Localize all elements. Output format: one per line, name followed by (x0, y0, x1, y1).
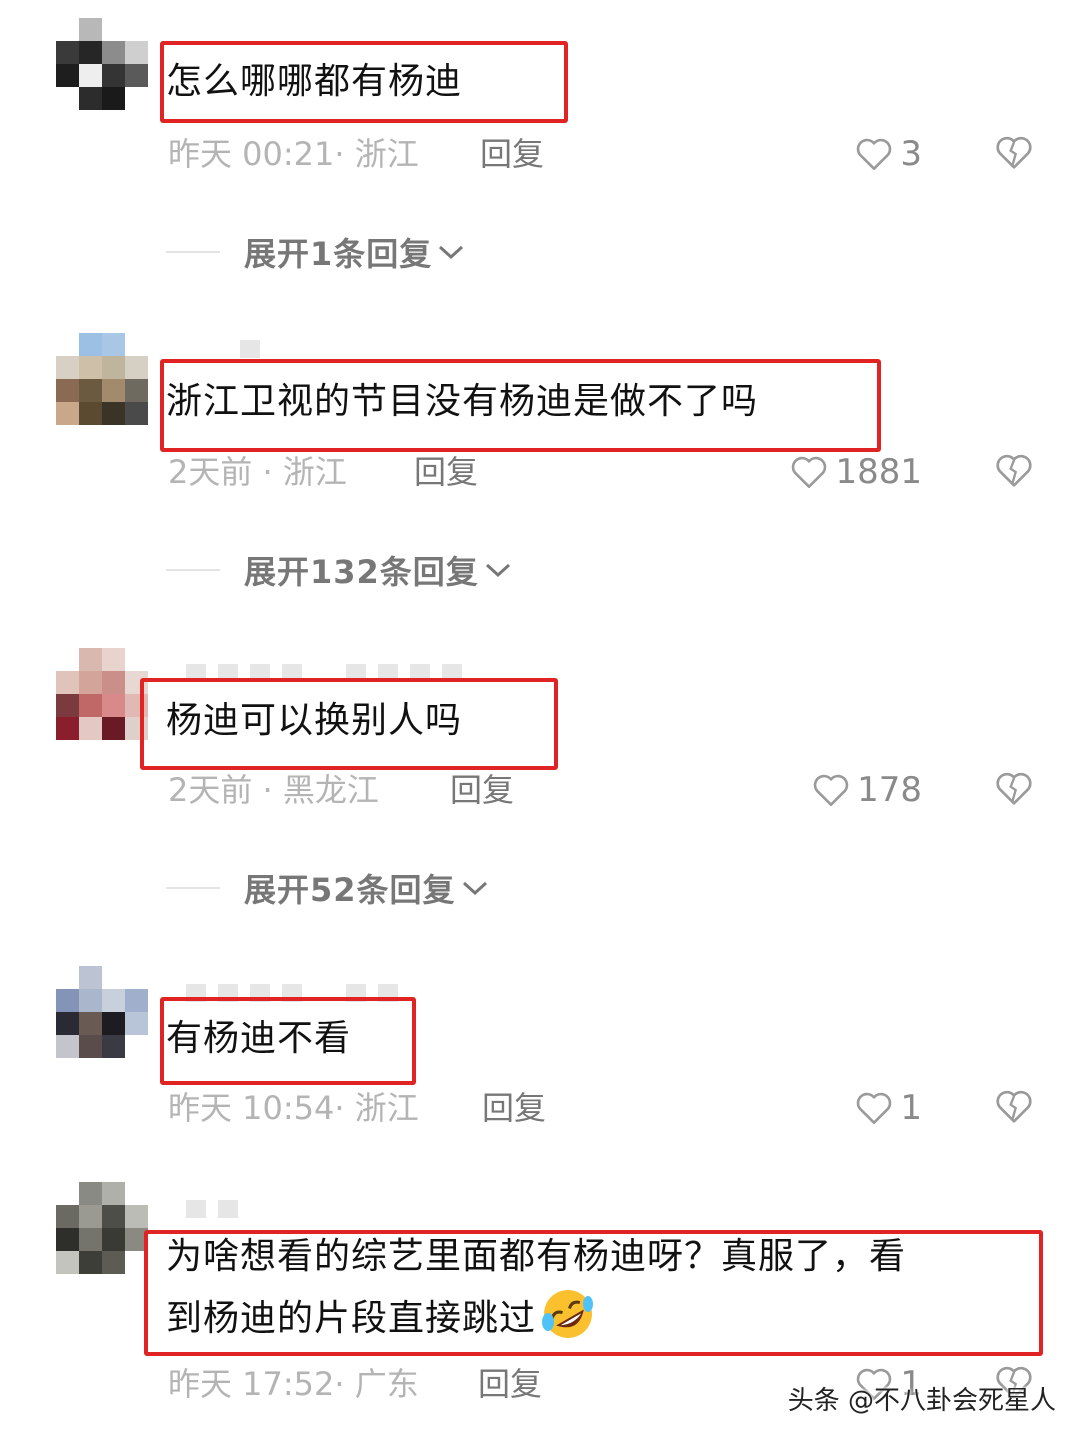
comment-time: 昨天 17:52 (168, 1365, 335, 1403)
reply-button[interactable]: 回复 (482, 1088, 546, 1128)
comment-meta: 昨天 10:54· 浙江 (168, 1089, 419, 1127)
comment-meta: 2天前 · 浙江 (168, 453, 347, 491)
comment-meta: 昨天 17:52· 广东 (168, 1365, 419, 1403)
watermark: 头条 @不八卦会死星人 (787, 1386, 1056, 1416)
divider-line (166, 887, 220, 889)
heart-icon (792, 456, 827, 489)
like-button[interactable]: 3 (854, 134, 922, 174)
avatar[interactable] (56, 333, 148, 425)
comment-location: 黑龙江 (282, 771, 379, 809)
comment-location: 浙江 (282, 453, 347, 491)
expand-label: 展开1条回复 (244, 235, 433, 273)
comment-time: 昨天 00:21 (168, 135, 335, 173)
like-button[interactable]: 1 (854, 1088, 922, 1128)
rolling-on-floor-laughing-emoji (542, 1290, 594, 1338)
expand-label: 展开132条回复 (244, 553, 479, 591)
divider-line (166, 569, 220, 571)
comment-text: 为啥想看的综艺里面都有杨迪呀？真服了，看 到杨迪的片段直接跳过 (166, 1228, 906, 1348)
like-count: 178 (857, 770, 922, 810)
comment-text: 浙江卫视的节目没有杨迪是做不了吗 (166, 381, 759, 422)
comment-text: 怎么哪哪都有杨迪 (166, 61, 463, 102)
broken-heart-icon[interactable] (994, 770, 1034, 810)
reply-button[interactable]: 回复 (480, 134, 544, 174)
comment-time: 2天前 (168, 453, 253, 491)
expand-replies[interactable]: 展开1条回复 (166, 232, 466, 273)
reply-button[interactable]: 回复 (478, 1364, 542, 1404)
reply-button[interactable]: 回复 (414, 452, 478, 492)
like-count: 1 (900, 1088, 922, 1128)
broken-heart-icon[interactable] (994, 134, 1034, 174)
divider-line (166, 251, 220, 253)
comment-text: 有杨迪不看 (166, 1018, 352, 1059)
heart-icon (857, 138, 892, 171)
avatar[interactable] (56, 648, 148, 740)
comment-location: 广东 (354, 1365, 419, 1403)
reply-button[interactable]: 回复 (450, 770, 514, 810)
chevron-down-icon (462, 881, 487, 896)
broken-heart-icon[interactable] (994, 452, 1034, 492)
comment-location: 浙江 (354, 1089, 419, 1127)
expand-replies[interactable]: 展开132条回复 (166, 550, 513, 591)
comment-text: 杨迪可以换别人吗 (166, 700, 463, 741)
broken-heart-icon[interactable] (994, 1088, 1034, 1128)
username-blurred (240, 340, 260, 358)
comment-time: 2天前 (168, 771, 253, 809)
heart-icon (857, 1092, 892, 1125)
username-blurred (186, 1200, 238, 1218)
avatar[interactable] (56, 18, 148, 110)
chevron-down-icon (485, 563, 510, 578)
expand-replies[interactable]: 展开52条回复 (166, 868, 490, 909)
like-count: 1881 (835, 452, 922, 492)
heart-icon (813, 774, 849, 807)
like-button[interactable]: 1881 (789, 452, 922, 492)
comment-meta: 2天前 · 黑龙江 (168, 771, 379, 809)
like-button[interactable]: 178 (811, 770, 922, 810)
comment-meta: 昨天 00:21· 浙江 (168, 135, 419, 173)
like-count: 3 (900, 134, 922, 174)
comment-location: 浙江 (354, 135, 419, 173)
expand-label: 展开52条回复 (244, 871, 456, 909)
avatar[interactable] (56, 1182, 148, 1274)
chevron-down-icon (439, 245, 464, 260)
comment-time: 昨天 10:54 (168, 1089, 335, 1127)
avatar[interactable] (56, 966, 148, 1058)
